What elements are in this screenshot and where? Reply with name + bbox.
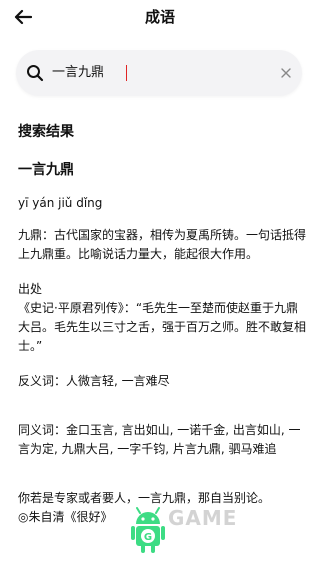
watermark-text: GAME [168,506,238,530]
result-content: 搜索结果 一言九鼎 yī yán jiǔ dǐng 九鼎：古代国家的宝器，相传为… [18,122,310,527]
search-icon [27,65,44,82]
search-input[interactable] [52,62,252,84]
idiom-pinyin: yī yán jiǔ dǐng [18,196,103,210]
android-icon: G [131,507,165,553]
section-title: 搜索结果 [18,124,74,140]
close-icon [281,68,291,78]
clear-search-button[interactable] [276,63,296,83]
antonyms: 反义词：人微言轻, 一言难尽 [18,374,170,388]
idiom-definition: 九鼎：古代国家的宝器，相传为夏禹所铸。一句话抵得上九鼎重。比喻说话力量大，能起很… [18,228,307,261]
source-text: 《史记·平原君列传》：“毛先生一至楚而使赵重于九鼎大吕。毛先生以三寸之舌，强于百… [18,301,307,353]
source-label: 出处 [18,282,43,296]
search-bar[interactable] [16,50,302,96]
page-title: 成语 [144,8,175,26]
synonyms: 同义词：金口玉言, 言出如山, 一诺千金, 出言如山, 一言为定, 九鼎大吕, … [18,423,301,456]
idiom-word: 一言九鼎 [18,162,74,178]
svg-text:G: G [144,532,152,543]
text-caret [126,65,127,81]
app-header: 成语 [0,0,320,36]
